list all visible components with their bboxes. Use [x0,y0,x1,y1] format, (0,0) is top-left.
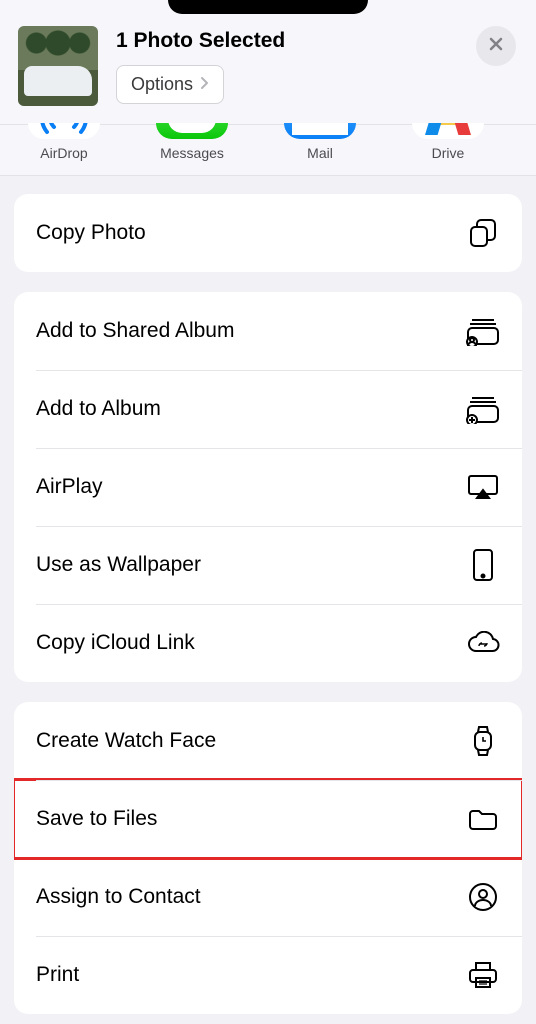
printer-icon [466,958,500,992]
airplay-icon [466,470,500,504]
folder-icon [466,802,500,836]
mail-icon [284,123,356,139]
wallpaper-icon [466,548,500,582]
action-sections: Copy Photo Add to Shared Album [0,176,536,1024]
photo-thumbnail[interactable] [18,26,98,106]
messages-icon [156,123,228,139]
app-label: Messages [160,145,224,161]
options-label: Options [131,74,193,95]
app-label: Mail [307,145,333,161]
close-icon [487,35,505,58]
close-button[interactable] [476,26,516,66]
contact-icon [466,880,500,914]
share-app-messages[interactable]: Messages [156,123,228,161]
action-assign-contact[interactable]: Assign to Contact [14,858,522,936]
action-label: Copy iCloud Link [36,631,195,655]
selection-title: 1 Photo Selected [116,29,518,53]
action-label: Create Watch Face [36,729,216,753]
action-add-album[interactable]: Add to Album [14,370,522,448]
action-airplay[interactable]: AirPlay [14,448,522,526]
action-label: Use as Wallpaper [36,553,201,577]
action-add-shared-album[interactable]: Add to Shared Album [14,292,522,370]
share-app-airdrop[interactable]: AirDrop [28,123,100,161]
action-group-3: Create Watch Face Save to Files Assign t… [14,702,522,1014]
action-copy-photo[interactable]: Copy Photo [14,194,522,272]
copy-icon [466,216,500,250]
options-button[interactable]: Options [116,65,224,104]
chevron-right-icon [199,74,209,95]
share-app-row: AirDrop Messages Mail Drive [0,123,536,176]
action-label: Add to Shared Album [36,319,234,343]
airdrop-icon [28,123,100,139]
action-label: Print [36,963,79,987]
share-app-drive[interactable]: Drive [412,123,484,161]
device-notch [168,0,368,14]
action-label: Save to Files [36,807,157,831]
action-group-1: Copy Photo [14,194,522,272]
share-sheet-header: 1 Photo Selected Options [0,0,536,125]
action-label: Copy Photo [36,221,146,245]
icloud-link-icon [466,626,500,660]
action-group-2: Add to Shared Album Add to Album [14,292,522,682]
action-copy-icloud-link[interactable]: Copy iCloud Link [14,604,522,682]
action-label: Add to Album [36,397,161,421]
share-app-mail[interactable]: Mail [284,123,356,161]
shared-album-icon [466,314,500,348]
drive-icon [412,123,484,139]
app-label: Drive [432,145,465,161]
app-label: AirDrop [40,145,87,161]
action-print[interactable]: Print [14,936,522,1014]
action-save-to-files[interactable]: Save to Files [14,780,522,858]
add-album-icon [466,392,500,426]
watch-icon [466,724,500,758]
action-label: AirPlay [36,475,103,499]
action-label: Assign to Contact [36,885,201,909]
action-create-watch-face[interactable]: Create Watch Face [14,702,522,780]
action-use-wallpaper[interactable]: Use as Wallpaper [14,526,522,604]
